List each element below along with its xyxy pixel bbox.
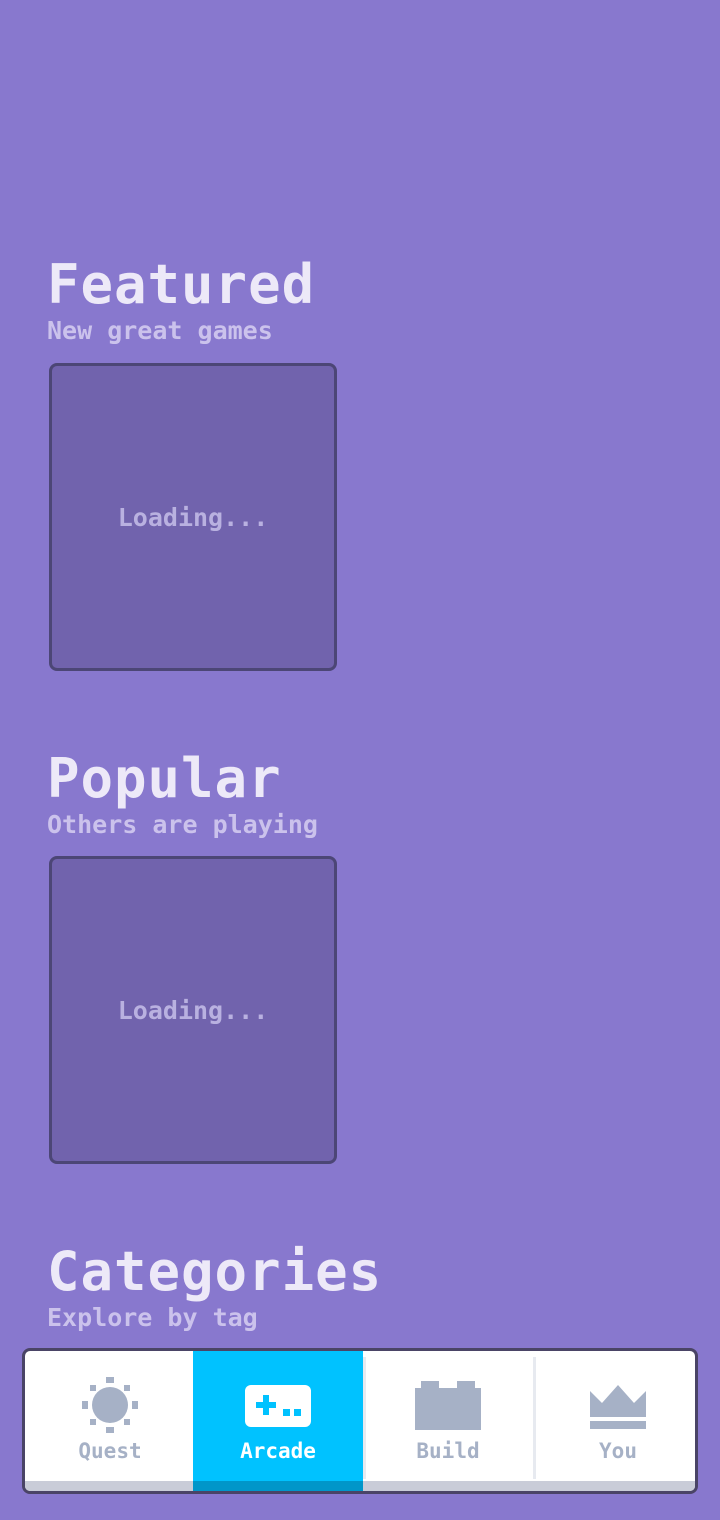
bottom-nav: Quest Arcade Build You [22, 1348, 698, 1494]
featured-section: Featured New great games [47, 258, 315, 344]
tab-arcade[interactable]: Arcade [193, 1351, 363, 1491]
popular-title: Popular [47, 747, 282, 810]
categories-title: Categories [47, 1240, 383, 1303]
tab-build-label: Build [416, 1439, 480, 1463]
tab-build[interactable]: Build [363, 1351, 533, 1491]
popular-game-card[interactable]: Loading... [49, 856, 337, 1164]
tab-you[interactable]: You [533, 1351, 695, 1491]
categories-subtitle: Explore by tag [47, 1303, 258, 1332]
gamepad-icon [245, 1385, 311, 1427]
tab-you-label: You [599, 1439, 637, 1463]
active-tab-indicator [193, 1481, 363, 1491]
popular-loading-label: Loading... [117, 995, 269, 1025]
featured-loading-label: Loading... [117, 502, 269, 532]
tab-arcade-label: Arcade [240, 1439, 316, 1463]
popular-subtitle: Others are playing [47, 810, 318, 839]
tab-quest[interactable]: Quest [25, 1351, 195, 1491]
featured-subtitle: New great games [47, 316, 273, 345]
tab-quest-label: Quest [78, 1439, 142, 1463]
featured-title: Featured [47, 253, 316, 316]
featured-game-card[interactable]: Loading... [49, 363, 337, 671]
categories-section: Categories Explore by tag [47, 1245, 382, 1331]
crown-icon [590, 1385, 646, 1429]
brick-icon [415, 1381, 481, 1430]
gear-icon [82, 1377, 138, 1433]
popular-section: Popular Others are playing [47, 752, 318, 838]
